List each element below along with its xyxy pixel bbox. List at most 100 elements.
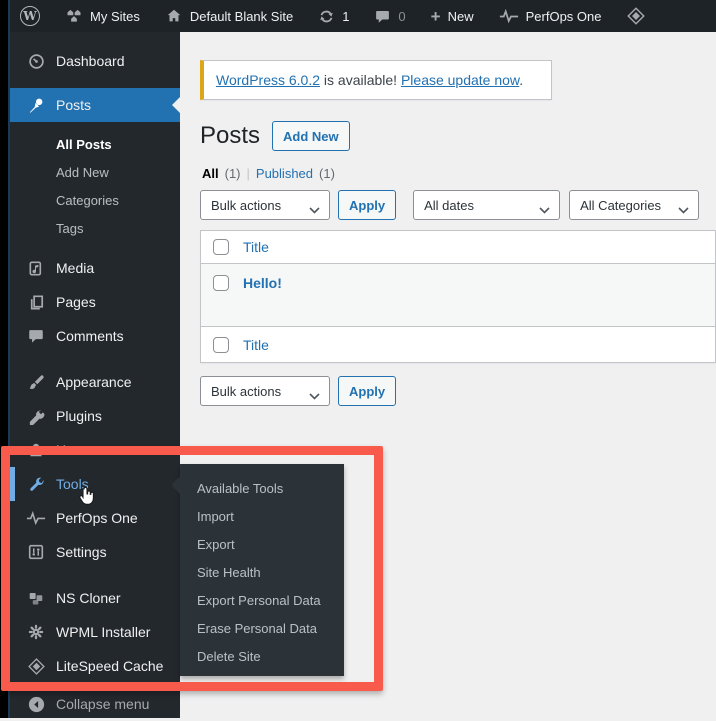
sidebar-item-perfops-one[interactable]: PerfOps One [10, 501, 180, 535]
new-content-menu[interactable]: + New [431, 8, 474, 25]
updates-menu[interactable]: 1 [318, 8, 349, 25]
sidebar-item-media[interactable]: Media [10, 251, 180, 285]
post-views-filter: All (1) | Published (1) [202, 166, 716, 181]
add-new-button[interactable]: Add New [272, 121, 350, 151]
bulk-actions-select[interactable]: Bulk actions [200, 190, 330, 220]
chevron-down-icon [309, 202, 320, 217]
view-all-count: (1) [225, 166, 241, 181]
chevron-down-icon [678, 202, 689, 217]
my-sites-menu[interactable]: My Sites [65, 7, 140, 25]
user-icon [26, 440, 46, 460]
all-categories-select[interactable]: All Categories [569, 190, 699, 220]
row-checkbox[interactable] [213, 275, 229, 291]
plug-icon [26, 406, 46, 426]
sidebar-label: Media [56, 260, 94, 276]
sidebar-label: Pages [56, 294, 96, 310]
title-column-footer[interactable]: Title [243, 337, 269, 353]
please-update-link[interactable]: Please update now [401, 72, 519, 88]
table-footer-row: Title [201, 327, 715, 362]
sidebar-item-wpml-installer[interactable]: WPML Installer [10, 615, 180, 649]
sidebar-label: NS Cloner [56, 590, 121, 606]
tools-flyout-menu: Available Tools Import Export Site Healt… [180, 464, 344, 676]
current-site-menu[interactable]: Default Blank Site [165, 7, 293, 25]
sidebar-label: WPML Installer [56, 624, 150, 640]
submenu-add-new[interactable]: Add New [10, 158, 180, 186]
sidebar-item-litespeed-cache[interactable]: LiteSpeed Cache [10, 649, 180, 683]
view-published-link[interactable]: Published [256, 166, 313, 181]
select-all-checkbox[interactable] [213, 239, 229, 255]
page-title: Posts [200, 122, 260, 151]
sidebar-label: Comments [56, 328, 124, 344]
apply-button-bottom[interactable]: Apply [338, 376, 396, 406]
flyout-erase-personal-data[interactable]: Erase Personal Data [180, 614, 344, 642]
flyout-available-tools[interactable]: Available Tools [180, 474, 344, 502]
plus-icon: + [431, 8, 441, 25]
collapse-menu-label: Collapse menu [56, 696, 149, 712]
wordpress-menu[interactable]: W [20, 6, 40, 26]
dashboard-gauge-icon [26, 51, 46, 71]
clone-tiles-icon [26, 588, 46, 608]
update-count: 1 [342, 9, 349, 24]
wordpress-version-link[interactable]: WordPress 6.0.2 [216, 72, 320, 88]
menu-separator [10, 569, 180, 581]
submenu-categories[interactable]: Categories [10, 186, 180, 214]
litespeed-adminbar-menu[interactable] [626, 6, 646, 26]
sidebar-item-tools[interactable]: Tools [10, 467, 180, 501]
sidebar-item-settings[interactable]: Settings [10, 535, 180, 569]
sidebar-label: Dashboard [56, 53, 125, 69]
window-edge-strip [0, 0, 8, 718]
gear-icon [26, 622, 46, 642]
litespeed-diamond-icon [26, 656, 46, 676]
posts-submenu: All Posts Add New Categories Tags [10, 122, 180, 250]
sidebar-label: Tools [56, 476, 89, 492]
post-title-link[interactable]: Hello! [243, 275, 282, 291]
sidebar: Dashboard Posts All Posts Add New Catego… [10, 32, 180, 718]
multisite-icon [65, 7, 83, 25]
sidebar-label: Plugins [56, 408, 102, 424]
flyout-import[interactable]: Import [180, 502, 344, 530]
bulk-actions-select-bottom[interactable]: Bulk actions [200, 376, 330, 406]
sidebar-item-comments[interactable]: Comments [10, 319, 180, 353]
views-separator: | [247, 166, 250, 181]
all-dates-select[interactable]: All dates [413, 190, 560, 220]
window-edge-accent [8, 0, 10, 718]
submenu-tags[interactable]: Tags [10, 214, 180, 242]
sidebar-item-pages[interactable]: Pages [10, 285, 180, 319]
litespeed-diamond-icon [626, 6, 646, 26]
select-all-checkbox-bottom[interactable] [213, 337, 229, 353]
collapse-arrow-icon [26, 694, 46, 714]
title-column-header[interactable]: Title [243, 239, 269, 255]
sidebar-item-ns-cloner[interactable]: NS Cloner [10, 581, 180, 615]
sidebar-item-posts[interactable]: Posts [10, 88, 180, 122]
site-name-label: Default Blank Site [190, 9, 293, 24]
home-icon [165, 7, 183, 25]
pages-icon [26, 292, 46, 312]
view-all-link[interactable]: All [202, 166, 219, 181]
submenu-all-posts[interactable]: All Posts [10, 130, 180, 158]
sidebar-item-users[interactable]: Users [10, 433, 180, 467]
sidebar-item-plugins[interactable]: Plugins [10, 399, 180, 433]
chevron-down-icon [539, 202, 550, 217]
flyout-site-health[interactable]: Site Health [180, 558, 344, 586]
flyout-export-personal-data[interactable]: Export Personal Data [180, 586, 344, 614]
update-icon [318, 8, 335, 25]
comment-icon [26, 326, 46, 346]
sidebar-label: Users [56, 442, 93, 458]
wordpress-logo-icon: W [20, 6, 40, 26]
sidebar-label: LiteSpeed Cache [56, 658, 163, 674]
sidebar-item-appearance[interactable]: Appearance [10, 365, 180, 399]
flyout-delete-site[interactable]: Delete Site [180, 642, 344, 670]
comments-bubble-icon [374, 8, 391, 25]
my-sites-label: My Sites [90, 9, 140, 24]
perfops-label: PerfOps One [526, 9, 602, 24]
pulse-icon [26, 508, 46, 528]
pushpin-icon [26, 95, 46, 115]
comments-menu[interactable]: 0 [374, 8, 405, 25]
collapse-menu-button[interactable]: Collapse menu [10, 687, 180, 721]
perfops-one-adminbar-menu[interactable]: PerfOps One [499, 8, 602, 24]
apply-button[interactable]: Apply [338, 190, 396, 220]
posts-table: Title Hello! Title [200, 230, 716, 363]
flyout-export[interactable]: Export [180, 530, 344, 558]
sidebar-item-dashboard[interactable]: Dashboard [10, 44, 180, 78]
chevron-down-icon [309, 388, 320, 403]
